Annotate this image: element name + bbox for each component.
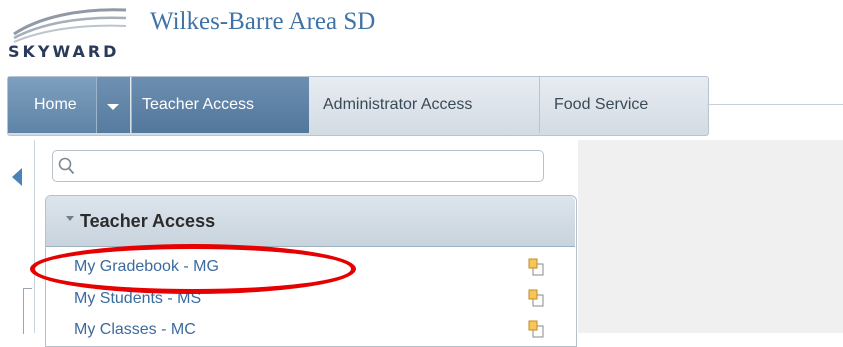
chevron-down-icon	[107, 104, 119, 110]
content-background	[578, 140, 843, 333]
add-to-favorites-icon[interactable]	[528, 320, 544, 338]
chevron-down-icon	[66, 216, 74, 221]
nav-home-dropdown-button[interactable]	[96, 77, 130, 133]
add-to-favorites-icon[interactable]	[528, 258, 544, 276]
nav-food-service-tab[interactable]: Food Service	[540, 77, 700, 133]
panel-divider	[46, 246, 575, 247]
search-icon	[58, 157, 75, 175]
sidebar-divider	[34, 140, 35, 333]
add-to-favorites-icon[interactable]	[528, 289, 544, 307]
panel-title: Teacher Access	[80, 211, 216, 231]
district-title: Wilkes-Barre Area SD	[150, 8, 376, 35]
header: SKYWARD Wilkes-Barre Area SD	[0, 0, 843, 75]
search-input[interactable]	[52, 150, 544, 182]
collapse-sidebar-icon[interactable]	[12, 168, 22, 186]
menu-item-my-students[interactable]: My Students - MS	[74, 290, 201, 308]
nav-home-tab[interactable]: Home	[8, 77, 96, 133]
nav-divider-line	[707, 104, 843, 105]
menu-item-my-classes[interactable]: My Classes - MC	[74, 321, 196, 339]
nav-administrator-access-tab[interactable]: Administrator Access	[309, 77, 540, 133]
menu-item-my-gradebook[interactable]: My Gradebook - MG	[74, 258, 219, 276]
nav-teacher-access-tab[interactable]: Teacher Access	[131, 77, 309, 133]
logo-text: SKYWARD	[8, 42, 120, 61]
sidebar-frame	[23, 288, 32, 334]
